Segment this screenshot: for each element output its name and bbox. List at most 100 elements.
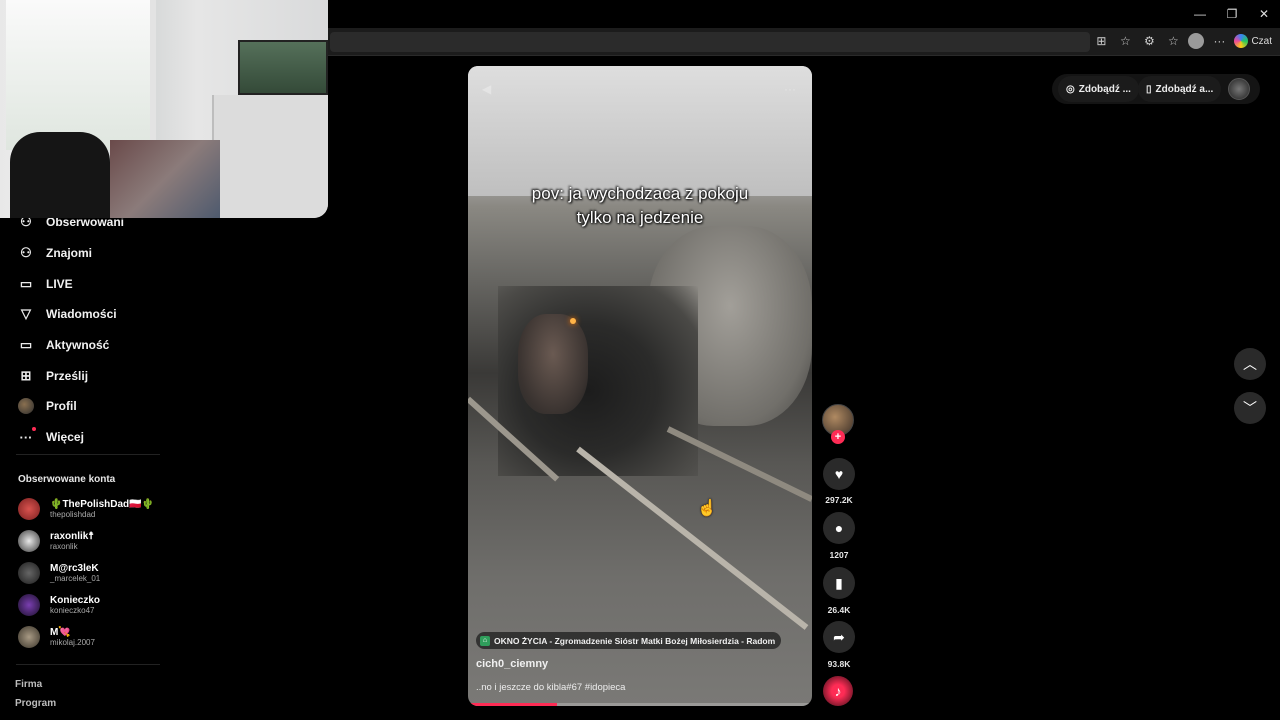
webcam-bed [110,140,220,218]
app-available-icon[interactable]: ⊞ [1092,32,1110,50]
sidebar-item-label: LIVE [46,277,73,291]
save-count: 26.4K [827,605,851,615]
chevron-down-icon: ﹀ [1243,400,1257,416]
notification-dot [32,427,36,431]
address-bar[interactable] [330,32,1090,52]
copilot-button[interactable]: Czat [1234,34,1272,48]
next-video-button[interactable]: ﹀ [1234,392,1266,424]
get-coins-button[interactable]: ◎ Zdobądź ... [1058,76,1139,102]
video-scene-miner [518,314,588,414]
toolbar-icons: ⊞ ☆ ⚙ ☆ ··· Czat [1092,32,1272,50]
messages-icon: ▽ [21,306,31,321]
sidebar-divider [16,454,160,455]
location-chip[interactable]: ⌂ OKNO ŻYCIA - Zgromadzenie Sióstr Matki… [476,632,782,649]
sidebar-item-more[interactable]: ··· Więcej [18,425,84,449]
bookmark-icon: ▮ [835,574,843,591]
volume-icon[interactable]: ◀ [482,82,491,96]
comment-icon: ● [834,520,844,536]
sidebar-item-activity[interactable]: ▭ Aktywność [18,333,110,357]
get-app-button[interactable]: ▯ Zdobądź a... [1138,76,1222,102]
sidebar-item-live[interactable]: ▭ LIVE [18,272,73,296]
account-handle: _marcelek_01 [50,574,101,583]
account-handle: mikolaj.2007 [50,638,95,647]
comment-count: 1207 [829,550,849,560]
close-button[interactable]: ✕ [1248,0,1280,28]
share-icon: ➦ [833,628,845,645]
account-handle: thepolishdad [50,510,96,519]
video-caption: ..no i jeszcze do kibla#67 #idopieca [476,682,626,693]
webcam-overlay [0,0,328,218]
video-player[interactable]: ◀ ··· pov: ja wychodzaca z pokoju tylko … [468,66,812,706]
followed-account[interactable]: 🌵ThePolishDad🇵🇱🌵 thepolishdad [18,494,154,524]
browser-profile-avatar[interactable] [1188,33,1205,49]
sidebar-item-friends[interactable]: ⚇ Znajomi [18,241,92,265]
like-count: 297.2K [825,495,853,505]
window-controls: — ❐ ✕ [1184,0,1280,28]
mouse-cursor-icon: ☝ [697,500,717,517]
minimize-button[interactable]: — [1184,0,1216,28]
followed-accounts-title: Obserwowane konta [18,474,116,485]
follow-plus-icon[interactable]: + [831,430,845,444]
copilot-label: Czat [1251,35,1272,47]
video-author[interactable]: cich0_ciemny [476,658,548,670]
share-button[interactable]: ➦ [823,621,855,653]
overlay-line-2: tylko na jedzenie [576,208,704,227]
video-progress-bar[interactable] [468,703,812,706]
overlay-line-1: pov: ja wychodzaca z pokoju [531,184,749,203]
webcam-aquarium [238,40,328,95]
coin-icon: ◎ [1066,83,1075,95]
music-disc[interactable]: ♪ [823,676,853,706]
video-overlay-text: pov: ja wychodzaca z pokoju tylko na jed… [468,182,812,230]
footer-link-company[interactable]: Firma [15,679,42,690]
menu-dots-icon[interactable]: ··· [1210,32,1228,50]
account-handle: konieczko47 [50,606,95,615]
webcam-cabinet [212,95,328,218]
avatar [18,498,40,520]
copilot-icon [1234,34,1249,48]
webcam-chair [10,132,110,218]
activity-icon: ▭ [19,337,33,352]
sidebar-item-messages[interactable]: ▽ Wiadomości [18,302,117,326]
followed-account[interactable]: Konieczko konieczko47 [18,590,100,620]
save-button[interactable]: ▮ [823,567,855,599]
followed-account[interactable]: M💘 mikolaj.2007 [18,622,95,652]
sidebar-item-label: Wiadomości [46,307,117,321]
chevron-up-icon: ︿ [1243,356,1257,372]
sidebar-item-label: Prześlij [46,369,89,383]
more-icon: ··· [18,427,36,445]
account-name: raxonlik☨ [50,531,94,542]
location-pin-icon: ⌂ [480,635,490,646]
heart-icon: ♥ [834,466,844,482]
phone-icon: ▯ [1146,83,1152,95]
live-icon: ▭ [19,276,33,291]
video-scene-headlamp [570,318,576,324]
account-name: 🌵ThePolishDad🇵🇱🌵 [50,499,155,510]
account-name: M@rc3leK [50,563,99,574]
avatar [18,626,40,648]
sidebar-item-label: Znajomi [46,246,93,260]
followed-account[interactable]: raxonlik☨ raxonlik [18,526,94,556]
sidebar-item-upload[interactable]: ⊞ Prześlij [18,364,88,388]
location-label: OKNO ŻYCIA - Zgromadzenie Sióstr Matki B… [494,635,776,646]
footer-link-program[interactable]: Program [15,698,56,709]
upload-icon: ⊞ [20,368,32,383]
like-button[interactable]: ♥ [823,458,855,490]
favorite-star-icon[interactable]: ☆ [1116,32,1134,50]
user-avatar[interactable] [1228,78,1250,100]
music-note-icon: ♪ [834,683,842,699]
account-name: M💘 [50,627,71,638]
get-app-label: Zdobądź a... [1155,83,1214,95]
restore-button[interactable]: ❐ [1216,0,1248,28]
video-scene-ceiling [468,66,812,196]
video-menu-icon[interactable]: ··· [784,82,796,96]
followed-account[interactable]: M@rc3leK _marcelek_01 [18,558,100,588]
friends-icon: ⚇ [20,245,32,260]
comment-button[interactable]: ● [823,512,855,544]
video-progress-fill [468,703,558,706]
sidebar-item-label: Profil [46,399,77,413]
favorites-icon[interactable]: ☆ [1164,32,1182,50]
extensions-icon[interactable]: ⚙ [1140,32,1158,50]
sidebar-item-profile[interactable]: Profil [18,394,77,418]
previous-video-button[interactable]: ︿ [1234,348,1266,380]
profile-icon [18,398,34,414]
